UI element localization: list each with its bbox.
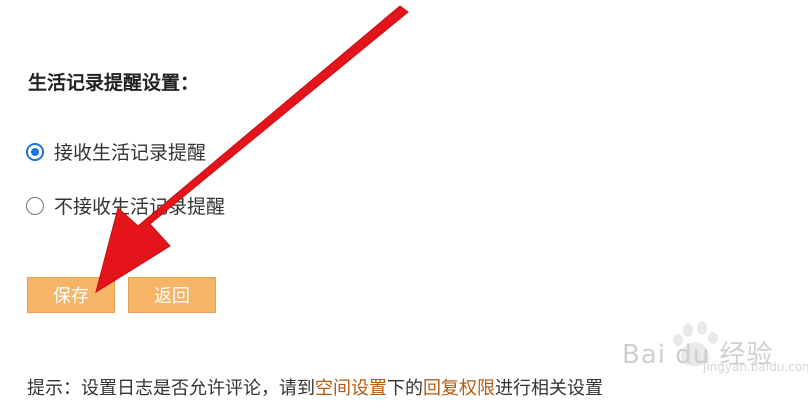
radio-option-receive[interactable]: 接收生活记录提醒 [26, 138, 206, 165]
save-button[interactable]: 保存 [27, 277, 115, 313]
hint-middle: 下的 [387, 378, 423, 399]
radio-label-receive: 接收生活记录提醒 [54, 142, 207, 164]
radio-checked-icon[interactable] [26, 142, 44, 161]
hint-suffix: 进行相关设置 [495, 378, 603, 399]
reply-permission-link[interactable]: 回复权限 [423, 378, 495, 399]
watermark-subtext: jingyan.baidu.com [703, 360, 808, 374]
radio-label-not-receive: 不接收生活记录提醒 [54, 196, 226, 218]
radio-option-not-receive[interactable]: 不接收生活记录提醒 [26, 192, 225, 219]
section-title: 生活记录提醒设置： [28, 72, 200, 94]
radio-unchecked-icon[interactable] [26, 196, 44, 215]
page: 生活记录提醒设置： 接收生活记录提醒 不接收生活记录提醒 保存 返回 提示：设置… [0, 0, 808, 406]
hint-prefix: 提示：设置日志是否允许评论，请到 [27, 378, 315, 399]
back-button[interactable]: 返回 [128, 277, 216, 313]
space-settings-link[interactable]: 空间设置 [315, 378, 387, 399]
hint-text: 提示：设置日志是否允许评论，请到空间设置下的回复权限进行相关设置 [27, 374, 603, 400]
